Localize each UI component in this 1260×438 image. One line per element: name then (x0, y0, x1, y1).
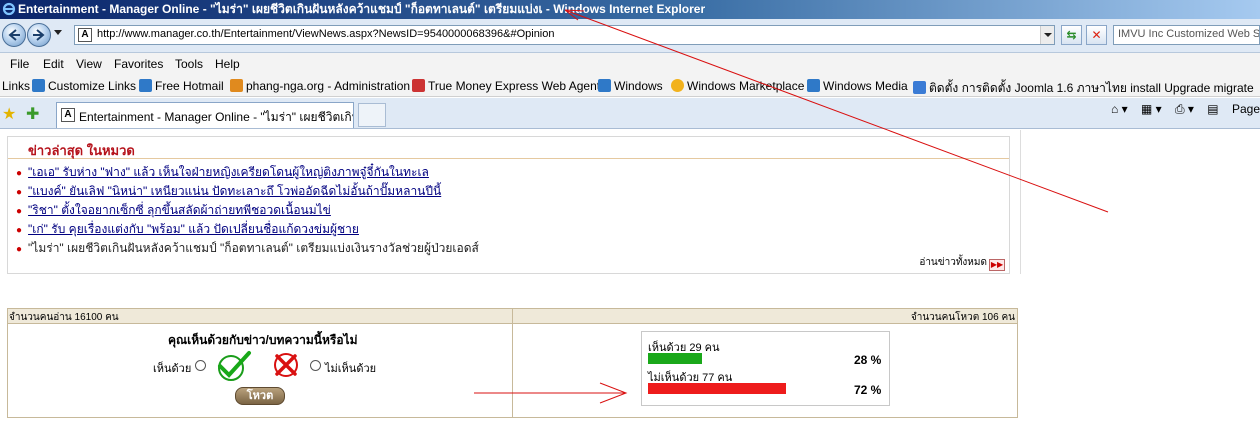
search-input[interactable]: IMVU Inc Customized Web Search (1113, 25, 1260, 45)
menu-favorites[interactable]: Favorites (114, 57, 163, 71)
page-menu[interactable]: ▤ Page (1207, 102, 1260, 116)
latest-news-list: ● "เอเอ" รับห่าง "ฟาง" แล้ว เห็นใจฝ่ายหญิ… (16, 163, 479, 258)
command-bar: ⌂ ▾ ▦ ▾ ⎙ ▾ ▤ Page (1101, 102, 1260, 126)
menu-view[interactable]: View (76, 57, 102, 71)
poll-question: คุณเห็นด้วยกับข่าว/บทความนี้หรือไม่ (168, 333, 358, 347)
ie-logo-icon (2, 2, 16, 16)
agree-radio[interactable] (195, 360, 206, 371)
bullet-icon: ● (16, 168, 23, 179)
link-joomla[interactable]: ติดตั้ง การติดตั้ง Joomla 1.6 ภาษาไทย in… (913, 79, 1254, 96)
bullet-icon: ● (16, 206, 23, 217)
window-title-bar: Entertainment - Manager Online - "ไมร่า"… (0, 0, 1260, 19)
news-link[interactable]: "ริชา" ตั้งใจอยากเซ็กซี่ ลุกขึ้นสลัดผ้าถ… (28, 203, 331, 217)
link-windows-marketplace[interactable]: Windows Marketplace (671, 79, 804, 93)
tab-entertainment[interactable]: A Entertainment - Manager Online - "ไมร่… (56, 102, 354, 128)
list-item: ● "เก่" รับ คุยเรื่องแต่งกับ "พร้อม" แล้ว… (16, 220, 479, 239)
link-free-hotmail[interactable]: Free Hotmail (139, 79, 224, 93)
disagree-result-bar (648, 383, 786, 394)
admin-icon (230, 79, 243, 92)
truemoney-icon (412, 79, 425, 92)
add-favorite-icon[interactable]: ✚ (26, 104, 39, 124)
poll-choices: เห็นด้วย ไม่เห็นด้วย (153, 349, 383, 383)
agree-label: เห็นด้วย (153, 363, 192, 375)
menu-bar: File Edit View Favorites Tools Help (0, 53, 1260, 75)
ie-page-icon (32, 79, 45, 92)
read-all-label[interactable]: อ่านข่าวทั้งหมด (919, 257, 987, 268)
back-button[interactable] (2, 23, 26, 47)
links-label: Links (2, 79, 31, 93)
menu-help[interactable]: Help (215, 57, 240, 71)
menu-tools[interactable]: Tools (175, 57, 203, 71)
agree-result-percent: 28 % (854, 353, 882, 367)
page-icon: A (61, 108, 75, 122)
home-icon[interactable]: ⌂ ▾ (1111, 102, 1128, 116)
list-item: ● "ไมร่า" เผยชีวิตเกินฝันหลังคว้าแชมป์ "ก… (16, 239, 479, 258)
feeds-icon[interactable]: ▦ ▾ (1141, 102, 1162, 116)
disagree-cross-icon[interactable] (271, 350, 301, 380)
double-arrow-icon[interactable]: ▶▶ (989, 259, 1005, 271)
link-customize-links[interactable]: Customize Links (32, 79, 136, 93)
address-url[interactable]: http://www.manager.co.th/Entertainment/V… (97, 28, 555, 40)
ie-page-icon (807, 79, 820, 92)
stop-button[interactable]: ✕ (1086, 25, 1107, 45)
disagree-label: ไม่เห็นด้วย (325, 363, 377, 375)
list-item: ● "ริชา" ตั้งใจอยากเซ็กซี่ ลุกขึ้นสลัดผ้า… (16, 201, 479, 220)
windows-flag-icon (671, 79, 684, 92)
news-current: "ไมร่า" เผยชีวิตเกินฝันหลังคว้าแชมป์ "ก็… (28, 241, 479, 255)
voter-count: จำนวนคนโหวต 106 คน (910, 312, 1015, 323)
disagree-radio[interactable] (310, 360, 321, 371)
address-bar[interactable]: A http://www.manager.co.th/Entertainment… (74, 25, 1055, 45)
new-tab-button[interactable] (358, 103, 386, 127)
list-item: ● "เอเอ" รับห่าง "ฟาง" แล้ว เห็นใจฝ่ายหญิ… (16, 163, 479, 182)
favorites-star-icon[interactable]: ★ (2, 104, 16, 124)
agree-result-bar (648, 353, 702, 364)
news-link[interactable]: "แบงค์" ยันเลิฟ "นิหน่า" เหนียวแน่น ปัดท… (28, 184, 441, 198)
link-phang-nga[interactable]: phang-nga.org - Administration (230, 79, 410, 93)
back-arrow-icon (8, 29, 20, 41)
link-true-money[interactable]: True Money Express Web Agent (412, 79, 600, 93)
print-icon[interactable]: ⎙ ▾ (1175, 102, 1194, 117)
ie-page-icon (598, 79, 611, 92)
page-icon: A (78, 28, 92, 42)
link-windows-media[interactable]: Windows Media (807, 79, 908, 93)
latest-news-box: ข่าวล่าสุด ในหมวด ● "เอเอ" รับห่าง "ฟาง" … (7, 136, 1010, 274)
bullet-icon: ● (16, 225, 23, 236)
bullet-icon: ● (16, 187, 23, 198)
news-link[interactable]: "เก่" รับ คุยเรื่องแต่งกับ "พร้อม" แล้ว … (28, 222, 359, 236)
reader-count: จำนวนคนอ่าน 16100 คน (9, 312, 119, 323)
news-link[interactable]: "เอเอ" รับห่าง "ฟาง" แล้ว เห็นใจฝ่ายหญิง… (28, 165, 429, 179)
address-row: A http://www.manager.co.th/Entertainment… (0, 19, 1260, 53)
poll-box: จำนวนคนอ่าน 16100 คน จำนวนคนโหวต 106 คน … (7, 308, 1018, 418)
menu-edit[interactable]: Edit (43, 57, 64, 71)
link-windows[interactable]: Windows (598, 79, 663, 93)
agree-check-icon[interactable] (211, 349, 253, 383)
read-all-link[interactable]: อ่านข่าวทั้งหมด ▶▶ (919, 255, 1005, 271)
address-dropdown-icon[interactable] (1040, 26, 1054, 44)
refresh-button[interactable]: ⇆ (1061, 25, 1082, 45)
column-divider (1020, 130, 1021, 274)
vote-button[interactable]: โหวต (235, 387, 285, 405)
page-content: ข่าวล่าสุด ในหมวด ● "เอเอ" รับห่าง "ฟาง" … (0, 130, 1260, 438)
forward-button[interactable] (27, 23, 51, 47)
tab-bar: ★ ✚ A Entertainment - Manager Online - "… (0, 98, 1260, 129)
ie-page-icon (139, 79, 152, 92)
tab-title: Entertainment - Manager Online - "ไมร่า"… (79, 110, 354, 124)
forward-arrow-icon (33, 29, 45, 41)
latest-news-heading: ข่าวล่าสุด ในหมวด (8, 137, 1009, 159)
bullet-icon: ● (16, 244, 23, 255)
disagree-result-percent: 72 % (854, 383, 882, 397)
history-dropdown-icon[interactable] (54, 30, 62, 35)
joomla-icon (913, 81, 926, 94)
links-bar: Links Customize Links Free Hotmail phang… (0, 75, 1260, 97)
menu-file[interactable]: File (10, 57, 29, 71)
window-title: Entertainment - Manager Online - "ไมร่า"… (18, 2, 706, 16)
poll-results: เห็นด้วย 29 คน 28 % ไม่เห็นด้วย 77 คน 72… (641, 331, 890, 406)
poll-divider (512, 309, 513, 417)
list-item: ● "แบงค์" ยันเลิฟ "นิหน่า" เหนียวแน่น ปัด… (16, 182, 479, 201)
